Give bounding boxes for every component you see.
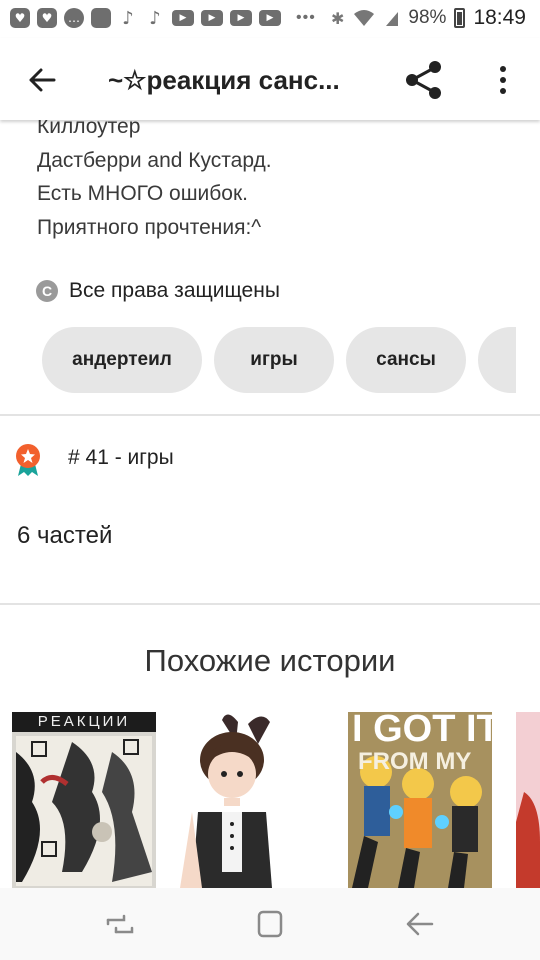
youtube-icon: ▶ (230, 10, 252, 26)
rank-label: # 41 - игры (68, 446, 174, 469)
cover-art (172, 712, 316, 888)
recents-icon (106, 914, 134, 934)
wifi-icon (354, 10, 375, 26)
more-options-button[interactable] (488, 58, 518, 102)
tag-chip[interactable]: сансы (346, 327, 466, 393)
story-cover[interactable]: I GOT IT FROM MY (348, 712, 492, 888)
more-vertical-icon (500, 66, 506, 72)
cover-title: I GOT IT (352, 712, 492, 750)
more-notifications-icon: ••• (296, 9, 316, 26)
description-line: Есть МНОГО ошибок. (37, 182, 249, 205)
cover-art (516, 712, 540, 888)
award-badge-icon (16, 444, 40, 476)
home-icon (257, 910, 283, 938)
copyright-icon: C (36, 280, 58, 302)
back-arrow-icon (29, 68, 56, 92)
tag-list: андертеил игры сансы (42, 327, 516, 394)
similar-stories-heading: Похожие истории (144, 643, 396, 678)
story-cover[interactable]: РЕАКЦИИ (12, 712, 156, 888)
system-status: ✱ 98% 18:49 (331, 6, 526, 30)
story-cover[interactable] (172, 712, 316, 888)
back-icon (406, 912, 434, 936)
tiktok-icon: ♪ (122, 7, 134, 29)
divider (0, 603, 540, 605)
cover-title: РЕАКЦИИ (37, 713, 131, 730)
app-square-icon (91, 8, 111, 28)
bluetooth-icon: ✱ (331, 8, 345, 28)
system-nav-bar (0, 888, 540, 960)
story-description: Киллоутер Дастберри and Кустард. Есть МН… (37, 110, 272, 244)
tag-chip[interactable]: игры (214, 327, 334, 393)
app-bar: ~☆реакция санс... (0, 38, 540, 120)
ranking-row[interactable]: # 41 - игры (14, 442, 174, 478)
battery-percent: 98% (408, 7, 447, 28)
story-cover[interactable] (516, 712, 540, 888)
share-icon (406, 61, 441, 99)
tiktok-icon: ♪ (149, 7, 161, 29)
tag-chip[interactable] (478, 327, 516, 393)
back-button[interactable] (22, 60, 62, 100)
notification-icons: ♥ ♥ … ♪ ♪ ▶ ▶ ▶ ▶ ••• (10, 7, 316, 29)
chat-icon: … (64, 8, 84, 28)
recents-button[interactable] (100, 908, 140, 940)
divider (0, 414, 540, 416)
parts-count: 6 частей (17, 522, 113, 549)
cover-art (12, 712, 156, 888)
status-bar: ♥ ♥ … ♪ ♪ ▶ ▶ ▶ ▶ ••• ✱ 98% 18:49 (0, 0, 540, 38)
youtube-icon: ▶ (259, 10, 281, 26)
description-line: Дастберри and Кустард. (37, 148, 272, 172)
similar-stories-list: РЕАКЦИИ I GOT IT FROM MY (0, 712, 540, 888)
home-button[interactable] (250, 908, 290, 940)
youtube-icon: ▶ (172, 10, 194, 26)
copyright-row: C Все права защищены (36, 279, 280, 303)
heart-box-icon: ♥ (37, 8, 57, 28)
clock: 18:49 (473, 6, 526, 29)
youtube-icon: ▶ (201, 10, 223, 26)
share-button[interactable] (402, 58, 446, 102)
battery-icon (454, 8, 466, 28)
heart-box-icon: ♥ (10, 8, 30, 28)
signal-icon (386, 12, 399, 26)
nav-back-button[interactable] (400, 908, 440, 940)
copyright-label: Все права защищены (69, 279, 280, 302)
story-title: ~☆реакция санс... (108, 65, 340, 95)
cover-subtitle: FROM MY (358, 748, 472, 775)
description-line: Приятного прочтения:^ (37, 215, 262, 239)
tag-chip[interactable]: андертеил (42, 327, 202, 393)
